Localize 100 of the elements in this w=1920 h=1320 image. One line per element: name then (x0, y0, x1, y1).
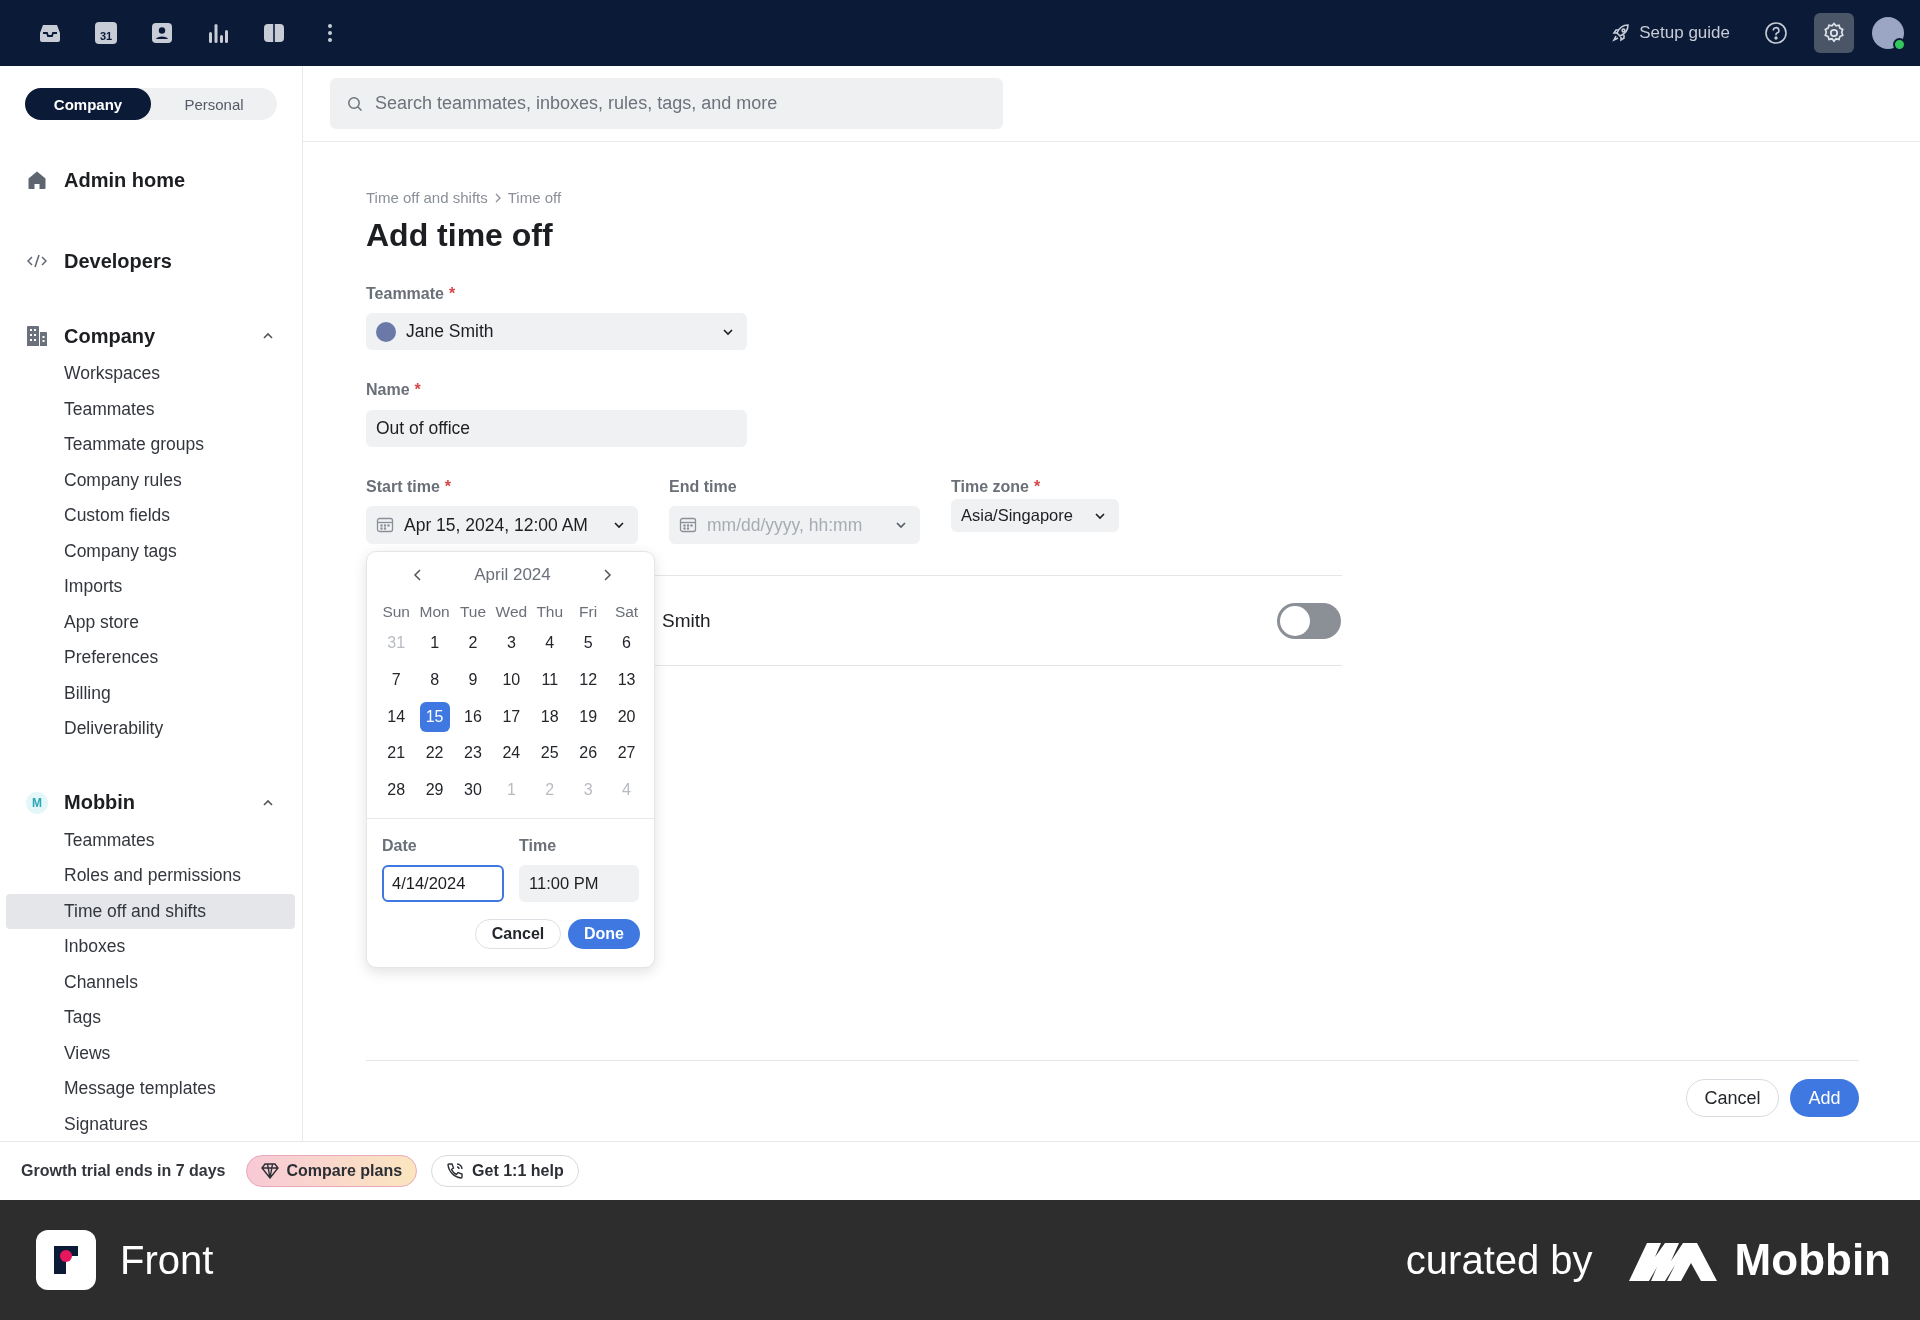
section-title[interactable]: Mobbin (64, 791, 136, 813)
sidebar-link[interactable]: Developers (64, 249, 172, 273)
required-mark: * (448, 284, 456, 304)
calendar-icon (679, 516, 697, 534)
search-icon (347, 95, 363, 112)
calendar-day[interactable]: 24 (496, 738, 527, 769)
settings-button[interactable] (1814, 13, 1854, 53)
calendar-icon: 31 (95, 22, 117, 44)
calendar-day[interactable]: 15 (419, 701, 450, 732)
sidebar-item[interactable]: Imports (6, 569, 295, 605)
calendar-day[interactable]: 25 (534, 738, 565, 769)
time-input[interactable]: 11:00 PM (519, 865, 639, 903)
weekday-label: Sun (382, 603, 410, 621)
field-label: Time (519, 837, 557, 856)
help-icon (1764, 21, 1788, 45)
avatar (376, 321, 396, 342)
sidebar-item[interactable]: Message templates (6, 1071, 295, 1107)
calendar-day[interactable]: 14 (381, 701, 412, 732)
sidebar-item[interactable]: Signatures (6, 1106, 295, 1141)
calendar-day[interactable]: 10 (496, 665, 527, 696)
inbox-icon (38, 22, 62, 44)
chevron-left-icon (412, 568, 424, 582)
sidebar-link[interactable]: Admin home (64, 168, 186, 192)
calendar-day[interactable]: 12 (573, 665, 604, 696)
scope-tab[interactable]: Personal (151, 88, 277, 120)
calendar-day[interactable]: 2 (457, 628, 488, 659)
setup-guide-button[interactable]: Setup guide (1607, 17, 1734, 49)
calendar-day[interactable]: 28 (381, 775, 412, 806)
calendar-day[interactable]: 26 (573, 738, 604, 769)
calendar-day[interactable]: 5 (573, 628, 604, 659)
required-mark: * (414, 380, 421, 400)
month-label: April 2024 (474, 565, 551, 585)
nav-button[interactable]: 31 (78, 13, 134, 53)
sidebar-item[interactable]: Tags (6, 1000, 295, 1036)
search-field[interactable]: Search teammates, inboxes, rules, tags, and more (330, 78, 1003, 129)
avatar[interactable] (1872, 17, 1904, 49)
sidebar-item[interactable]: App store (6, 604, 295, 640)
calendar-day[interactable]: 27 (611, 738, 642, 769)
calendar-day[interactable]: 7 (381, 665, 412, 696)
calendar-day[interactable]: 6 (611, 628, 642, 659)
calendar-day[interactable]: 30 (457, 775, 488, 806)
calendar-day[interactable]: 11 (534, 665, 565, 696)
date-input[interactable]: 4/14/2024 (382, 865, 504, 903)
calendar-day[interactable]: 19 (573, 701, 604, 732)
sidebar-item[interactable]: Preferences (6, 640, 295, 676)
sidebar-item[interactable]: Company rules (6, 462, 295, 498)
calendar-day[interactable]: 9 (457, 665, 488, 696)
calendar-day[interactable]: 16 (457, 701, 488, 732)
field-label: Start time (366, 477, 440, 497)
calendar-day[interactable]: 21 (381, 738, 412, 769)
weekday-label: Mon (419, 603, 450, 621)
calendar-day[interactable]: 1 (419, 628, 450, 659)
calendar-day[interactable]: 29 (419, 775, 450, 806)
calendar-icon (376, 516, 394, 534)
sidebar-item[interactable]: Workspaces (6, 356, 295, 392)
help-button[interactable]: Get 1:1 help (431, 1155, 579, 1187)
calendar-day[interactable]: 4 (534, 628, 565, 659)
sidebar-item[interactable]: Roles and permissions (6, 858, 295, 894)
cancel-button[interactable]: Cancel (1686, 1079, 1779, 1117)
more-icon (327, 23, 333, 43)
cancel-button[interactable]: Cancel (475, 919, 561, 950)
done-button[interactable]: Done (568, 919, 640, 950)
weekday-label: Sat (614, 603, 639, 621)
scope-tab[interactable]: Company (25, 88, 151, 120)
calendar-day[interactable]: 22 (419, 738, 450, 769)
calendar-day[interactable]: 18 (534, 701, 565, 732)
diamond-icon (260, 1163, 279, 1179)
compare-plans-button[interactable]: Compare plans (245, 1155, 418, 1187)
sidebar-item[interactable]: Billing (6, 675, 295, 711)
sidebar-item[interactable]: Channels (6, 964, 295, 1000)
option-label: Smith (662, 609, 711, 631)
code-icon (27, 254, 47, 268)
sidebar-item[interactable]: Teammates (6, 822, 295, 858)
contact-card-icon (151, 22, 173, 44)
weekday-label: Wed (495, 603, 528, 621)
teammate-select[interactable]: Jane Smith (366, 313, 747, 350)
calendar-day[interactable]: 17 (496, 701, 527, 732)
sidebar-item[interactable]: Time off and shifts (6, 893, 295, 929)
field-label: Date (382, 837, 418, 856)
sidebar-item[interactable]: Custom fields (6, 498, 295, 534)
calendar-day[interactable]: 20 (611, 701, 642, 732)
sidebar-item[interactable]: Deliverability (6, 711, 295, 747)
section-title[interactable]: Company (64, 324, 156, 347)
sidebar-item[interactable]: Company tags (6, 533, 295, 569)
calendar-day[interactable]: 13 (611, 665, 642, 696)
calendar-day[interactable]: 3 (496, 628, 527, 659)
sidebar-item[interactable]: Views (6, 1035, 295, 1071)
chevron-right-icon (601, 568, 613, 582)
calendar-day[interactable]: 23 (457, 738, 488, 769)
toggle-switch[interactable] (1277, 602, 1341, 639)
sidebar-item[interactable]: Teammates (6, 391, 295, 427)
phone-icon (446, 1162, 465, 1180)
sidebar-item[interactable]: Teammate groups (6, 427, 295, 463)
start-time-field[interactable]: Apr 15, 2024, 12:00 AM (366, 506, 638, 544)
add-button[interactable]: Add (1790, 1079, 1859, 1117)
time-zone-select[interactable]: Asia/Singapore (951, 499, 1119, 532)
sidebar-item[interactable]: Inboxes (6, 929, 295, 965)
calendar-day[interactable]: 8 (419, 665, 450, 696)
name-input[interactable]: Out of office (366, 410, 747, 447)
building-icon (26, 325, 48, 347)
